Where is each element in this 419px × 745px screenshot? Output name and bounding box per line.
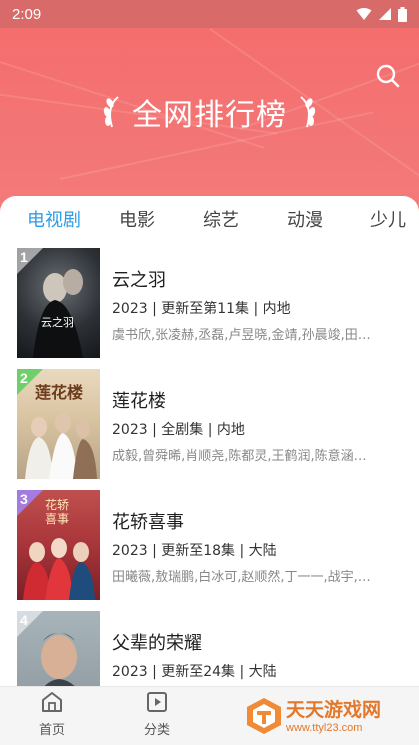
watermark: 天天游戏网 www.ttyl23.com: [240, 687, 415, 745]
list-item[interactable]: 4 父辈的荣耀 2023 | 更新至24集 | 大陆: [0, 611, 419, 686]
tab-movies[interactable]: 电影: [119, 206, 155, 232]
item-meta: 2023 | 更新至24集 | 大陆: [112, 664, 277, 680]
tab-variety[interactable]: 综艺: [203, 206, 239, 232]
item-cast: 成毅,曾舜晞,肖顺尧,陈都灵,王鹤润,陈意涵…: [112, 449, 367, 464]
list-item[interactable]: 莲花楼 2 莲花楼 2023 | 全剧集 | 内地 成毅,曾舜晞,肖顺尧,陈都灵…: [0, 369, 419, 481]
nav-category-label: 分类: [143, 723, 170, 738]
item-meta: 2023 | 更新至18集 | 大陆: [112, 543, 277, 559]
home-icon: [42, 692, 62, 712]
tab-tv-series[interactable]: 电视剧: [27, 206, 81, 232]
category-icon: [147, 692, 167, 712]
laurel-left-icon: [103, 96, 119, 128]
content-panel: 电视剧 电影 综艺 动漫 少儿 云之羽 1 云之羽 2023 | 更新至第11集…: [0, 196, 419, 744]
item-cast: 虞书欣,张凌赫,丞磊,卢昱晓,金靖,孙晨竣,田…: [112, 328, 371, 343]
laurel-right-icon: [300, 96, 316, 128]
watermark-text: 天天游戏网: [286, 699, 382, 721]
nav-category[interactable]: 分类: [127, 691, 187, 738]
category-tabs: 电视剧 电影 综艺 动漫 少儿: [0, 206, 419, 240]
item-meta: 2023 | 更新至第11集 | 内地: [112, 301, 291, 317]
poster-image: 4: [17, 611, 100, 686]
status-time: 2:09: [12, 5, 42, 23]
poster-title: 云之羽: [41, 316, 74, 329]
rank-number: 4: [20, 612, 28, 628]
wifi-icon: [356, 8, 372, 20]
hero-banner: 全网排行榜: [0, 28, 419, 218]
status-bar: 2:09: [0, 0, 419, 28]
status-icons: [356, 6, 407, 22]
rank-number: 2: [20, 370, 28, 386]
list-item[interactable]: 云之羽 1 云之羽 2023 | 更新至第11集 | 内地 虞书欣,张凌赫,丞磊…: [0, 248, 419, 360]
hero-title: 全网排行榜: [132, 98, 287, 133]
item-title: 云之羽: [112, 270, 166, 291]
battery-icon: [398, 6, 407, 22]
poster-image: 花轿喜事 3: [17, 490, 100, 600]
poster-image: 莲花楼 2: [17, 369, 100, 479]
bottom-nav: 首页 分类 天天游戏网 www.ttyl23.com: [0, 686, 419, 745]
item-title: 莲花楼: [112, 391, 166, 412]
nav-home[interactable]: 首页: [22, 691, 82, 738]
signal-icon: [379, 8, 391, 20]
rank-number: 1: [20, 249, 28, 265]
watermark-url: www.ttyl23.com: [286, 722, 363, 734]
tab-anime[interactable]: 动漫: [287, 206, 323, 232]
list-item[interactable]: 花轿喜事 3 花轿喜事 2023 | 更新至18集 | 大陆 田曦薇,敖瑞鹏,白…: [0, 490, 419, 602]
poster-image: 云之羽 1: [17, 248, 100, 358]
search-icon[interactable]: [375, 63, 401, 89]
item-cast: 田曦薇,敖瑞鹏,白冰可,赵顺然,丁一一,战宇,…: [112, 570, 371, 585]
watermark-logo-icon: [247, 698, 281, 734]
poster-title: 花轿喜事: [45, 498, 70, 526]
nav-home-label: 首页: [38, 723, 65, 738]
item-title: 父辈的荣耀: [112, 633, 202, 654]
rank-number: 3: [20, 491, 28, 507]
item-title: 花轿喜事: [112, 512, 184, 533]
item-meta: 2023 | 全剧集 | 内地: [112, 422, 245, 438]
tab-kids[interactable]: 少儿: [370, 206, 406, 232]
